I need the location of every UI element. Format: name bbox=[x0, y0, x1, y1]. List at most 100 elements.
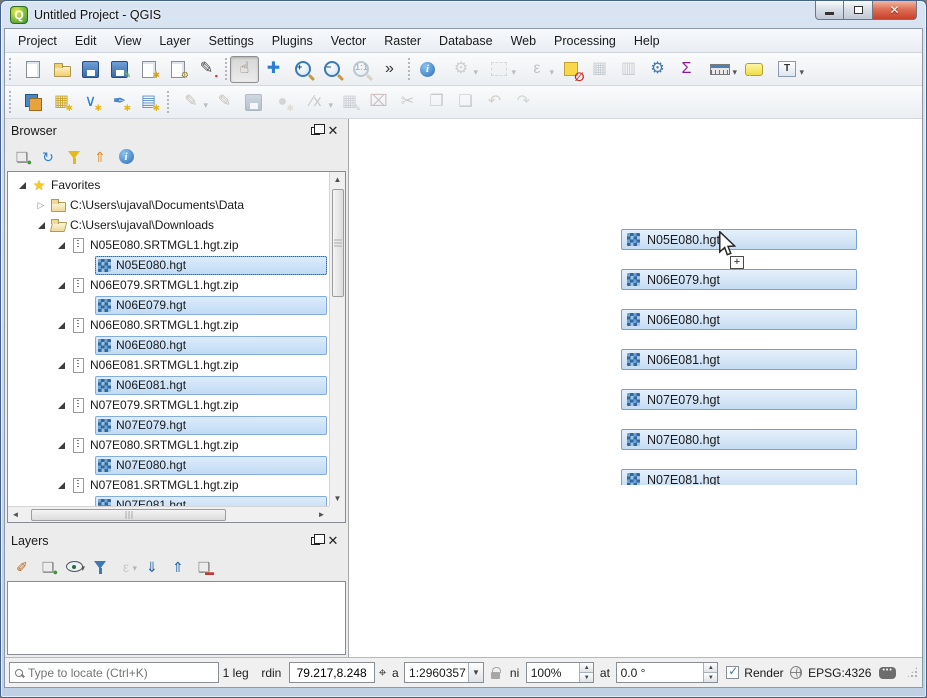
expander-icon[interactable] bbox=[54, 478, 68, 492]
expander-icon[interactable] bbox=[81, 258, 95, 272]
spinner-arrows[interactable]: ▲▼ bbox=[703, 663, 717, 682]
tree-item-n07e081-hgt[interactable]: N07E081.hgt bbox=[8, 495, 329, 506]
menu-edit[interactable]: Edit bbox=[66, 31, 106, 51]
menu-vector[interactable]: Vector bbox=[322, 31, 375, 51]
drag-item-n06e080[interactable]: N06E080.hgt bbox=[621, 309, 857, 330]
deselect-features-button[interactable] bbox=[556, 56, 585, 83]
spin-down-icon[interactable]: ▼ bbox=[704, 673, 717, 682]
processing-toolbox-button[interactable]: ⚙ bbox=[643, 56, 672, 83]
open-field-calculator-button[interactable]: ▥ bbox=[614, 56, 643, 83]
expander-icon[interactable] bbox=[54, 278, 68, 292]
render-checkbox[interactable] bbox=[726, 666, 739, 679]
tree-item-n06e080-zip[interactable]: N06E080.SRTMGL1.hgt.zip bbox=[8, 315, 329, 335]
menu-raster[interactable]: Raster bbox=[375, 31, 430, 51]
collapse-all-button[interactable]: ⇑ bbox=[87, 145, 113, 169]
browser-vertical-scrollbar[interactable]: ▲ ▼ bbox=[329, 172, 345, 506]
filter-browser-button[interactable] bbox=[61, 145, 87, 169]
vertex-tool-button[interactable]: ∕x bbox=[297, 89, 335, 116]
resize-grip-icon[interactable] bbox=[906, 666, 918, 679]
open-project-button[interactable] bbox=[47, 56, 76, 83]
locator-search[interactable] bbox=[9, 662, 219, 683]
new-spatialite-layer-button[interactable]: ✒ bbox=[105, 89, 134, 116]
open-layer-styling-button[interactable]: ✐ bbox=[9, 555, 35, 579]
menu-settings[interactable]: Settings bbox=[200, 31, 263, 51]
tree-item-n07e080-hgt[interactable]: N07E080.hgt bbox=[8, 455, 329, 475]
browser-horizontal-scrollbar[interactable]: ◄ ► bbox=[8, 506, 329, 522]
drag-item-n07e079[interactable]: N07E079.hgt bbox=[621, 389, 857, 410]
drag-item-n06e081[interactable]: N06E081.hgt bbox=[621, 349, 857, 370]
expander-icon[interactable] bbox=[81, 458, 95, 472]
menu-layer[interactable]: Layer bbox=[150, 31, 199, 51]
paste-features-button[interactable]: ❑ bbox=[451, 89, 480, 116]
tree-item-n06e079-zip[interactable]: N06E079.SRTMGL1.hgt.zip bbox=[8, 275, 329, 295]
cut-features-button[interactable]: ✂ bbox=[393, 89, 422, 116]
scale-dropdown-button[interactable]: ▼ bbox=[468, 663, 483, 682]
copy-features-button[interactable]: ❐ bbox=[422, 89, 451, 116]
expander-icon[interactable] bbox=[54, 318, 68, 332]
scale-combobox[interactable]: 1:2960357 ▼ bbox=[404, 662, 484, 683]
render-toggle[interactable]: Render bbox=[726, 666, 783, 680]
data-source-manager-button[interactable] bbox=[18, 89, 47, 116]
add-record-button[interactable]: ● bbox=[268, 89, 297, 116]
tree-item-n07e081-zip[interactable]: N07E081.SRTMGL1.hgt.zip bbox=[8, 475, 329, 495]
style-manager-button[interactable]: ✎ bbox=[192, 56, 221, 83]
tree-item-n05e080-hgt[interactable]: N05E080.hgt bbox=[8, 255, 329, 275]
measure-line-button[interactable] bbox=[701, 56, 739, 83]
add-group-button[interactable]: ❑ bbox=[35, 555, 61, 579]
menu-view[interactable]: View bbox=[105, 31, 150, 51]
tree-item-n06e081-zip[interactable]: N06E081.SRTMGL1.hgt.zip bbox=[8, 355, 329, 375]
spinner-arrows[interactable]: ▲▼ bbox=[579, 663, 593, 682]
current-edits-button[interactable]: ✎ bbox=[172, 89, 210, 116]
pan-to-selection-button[interactable]: ✚ bbox=[259, 56, 288, 83]
filter-legend-button[interactable] bbox=[87, 555, 113, 579]
zoom-out-button[interactable] bbox=[317, 56, 346, 83]
tree-item-n06e079-hgt[interactable]: N06E079.hgt bbox=[8, 295, 329, 315]
tree-item-downloads[interactable]: C:\Users\ujaval\Downloads bbox=[8, 215, 329, 235]
show-layout-manager-button[interactable] bbox=[163, 56, 192, 83]
tree-item-favorites[interactable]: Favorites bbox=[8, 175, 329, 195]
drag-item-n07e080[interactable]: N07E080.hgt bbox=[621, 429, 857, 450]
drag-item-n06e079[interactable]: N06E079.hgt bbox=[621, 269, 857, 290]
run-feature-action-button[interactable]: ⚙ bbox=[442, 56, 480, 83]
rotation-spinbox[interactable]: 0.0 ° ▲▼ bbox=[616, 662, 719, 683]
remove-layer-button[interactable]: ❑ bbox=[191, 555, 217, 579]
expander-icon[interactable] bbox=[54, 438, 68, 452]
open-attribute-table-button[interactable]: ▦ bbox=[585, 56, 614, 83]
tree-item-n07e079-hgt[interactable]: N07E079.hgt bbox=[8, 415, 329, 435]
layers-list[interactable] bbox=[7, 581, 346, 655]
scroll-up-icon[interactable]: ▲ bbox=[330, 172, 345, 187]
save-project-as-button[interactable] bbox=[105, 56, 134, 83]
menu-plugins[interactable]: Plugins bbox=[263, 31, 322, 51]
modify-attributes-button[interactable]: ▦ bbox=[335, 89, 364, 116]
toolbar-extension-button[interactable]: » bbox=[375, 56, 404, 83]
layers-float-button[interactable] bbox=[306, 533, 324, 549]
horizontal-scroll-thumb[interactable] bbox=[31, 509, 226, 521]
manage-map-themes-button[interactable] bbox=[61, 555, 87, 579]
drag-item-n05e080[interactable]: N05E080.hgt bbox=[621, 229, 857, 250]
tree-item-n06e080-hgt[interactable]: N06E080.hgt bbox=[8, 335, 329, 355]
restore-button[interactable] bbox=[844, 1, 872, 20]
locator-input[interactable] bbox=[28, 666, 213, 680]
tree-item-n05e080-zip[interactable]: N05E080.SRTMGL1.hgt.zip bbox=[8, 235, 329, 255]
zoom-in-button[interactable] bbox=[288, 56, 317, 83]
menu-project[interactable]: Project bbox=[9, 31, 66, 51]
tree-item-documents-data[interactable]: C:\Users\ujaval\Documents\Data bbox=[8, 195, 329, 215]
expander-icon[interactable] bbox=[54, 358, 68, 372]
properties-button[interactable] bbox=[113, 145, 139, 169]
select-features-button[interactable] bbox=[480, 56, 518, 83]
map-canvas[interactable]: N05E080.hgt N06E079.hgt N06E080.hgt bbox=[348, 119, 922, 657]
add-selected-layers-button[interactable]: ❏ bbox=[9, 145, 35, 169]
expander-icon[interactable] bbox=[81, 298, 95, 312]
new-virtual-layer-button[interactable]: ▤ bbox=[134, 89, 163, 116]
crs-status[interactable]: EPSG:4326 bbox=[808, 666, 871, 680]
browser-close-button[interactable]: ✕ bbox=[324, 123, 342, 139]
select-by-expression-button[interactable]: ε bbox=[518, 56, 556, 83]
spin-down-icon[interactable]: ▼ bbox=[580, 673, 593, 682]
tree-item-n06e081-hgt[interactable]: N06E081.hgt bbox=[8, 375, 329, 395]
expander-icon[interactable] bbox=[81, 378, 95, 392]
expander-icon[interactable] bbox=[15, 178, 29, 192]
redo-button[interactable]: ↷ bbox=[509, 89, 538, 116]
menu-processing[interactable]: Processing bbox=[545, 31, 625, 51]
undo-button[interactable]: ↶ bbox=[480, 89, 509, 116]
filter-by-expression-button[interactable]: ε bbox=[113, 555, 139, 579]
